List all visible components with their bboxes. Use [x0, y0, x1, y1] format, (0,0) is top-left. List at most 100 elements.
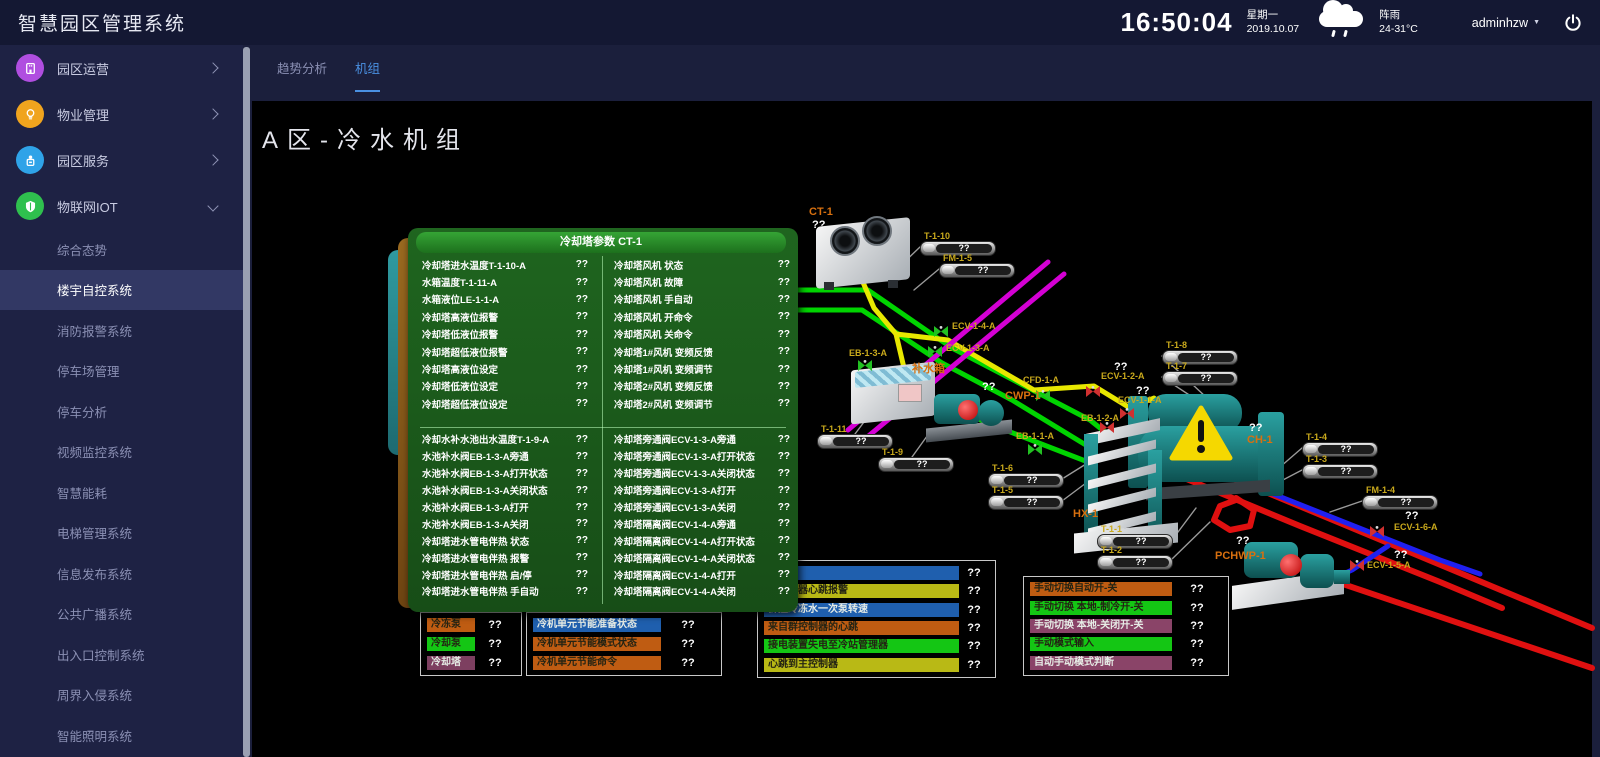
- panel-row: 水箱温度T-1-11-A??: [422, 273, 588, 290]
- power-icon: [1562, 12, 1584, 34]
- panel-row: 冷却塔旁通阀ECV-1-3-A打开??: [614, 482, 790, 499]
- table-row: 自动手动模式判断??: [1030, 654, 1222, 672]
- gauge-cap: [820, 437, 832, 445]
- sidebar-item-label: 智慧能耗: [0, 483, 107, 502]
- panel-row-label: 冷却塔隔离阀ECV-1-4-A关闭: [614, 584, 736, 598]
- panel-row-label: 冷却塔风机 开命令: [614, 310, 693, 324]
- panel-row-label: 水池补水阀EB-1-3-A旁通: [422, 449, 529, 463]
- panel-row-value: ??: [576, 364, 588, 375]
- sidebar-item-楼宇自控系统[interactable]: 楼宇自控系统: [0, 270, 243, 311]
- sidebar-item-周界入侵系统[interactable]: 周界入侵系统: [0, 675, 243, 716]
- chevron-down-icon: [207, 200, 218, 211]
- gauge-value: ??: [1113, 558, 1169, 567]
- gauge-label: T-1-9: [882, 447, 903, 457]
- sidebar-item-出入口控制系统[interactable]: 出入口控制系统: [0, 634, 243, 675]
- sidebar-group-物业管理[interactable]: 物业管理: [0, 91, 243, 137]
- panel-row-value: ??: [576, 329, 588, 340]
- panel-row: 冷却塔低液位报警??: [422, 326, 588, 343]
- device-label-CH-1: CH-1: [1247, 434, 1273, 446]
- status-chip: 冷冻泵: [427, 618, 475, 632]
- tab-趋势分析[interactable]: 趋势分析: [277, 58, 327, 92]
- sidebar-item-label: 视频监控系统: [0, 442, 132, 461]
- status-chip: 手动模式输入: [1030, 637, 1172, 651]
- panel-row-value: ??: [576, 259, 588, 270]
- status-chip: 自动手动模式判断: [1030, 656, 1172, 670]
- panel-row: 水箱液位LE-1-1-A??: [422, 291, 588, 308]
- panel-row: 冷却塔进水管电伴热 状态??: [422, 532, 588, 549]
- sidebar-item-视频监控系统[interactable]: 视频监控系统: [0, 432, 243, 473]
- sidebar-scrollbar[interactable]: [243, 47, 250, 757]
- CT-1-cooling-tower-part: [824, 282, 834, 290]
- panel-row-value: ??: [576, 451, 588, 462]
- tab-机组[interactable]: 机组: [355, 58, 380, 92]
- panel-row-value: ??: [576, 468, 588, 479]
- panel-row-value: ??: [778, 434, 790, 445]
- panel-row: 冷却塔风机 状态??: [614, 256, 790, 273]
- status-chip: 冷却塔: [427, 656, 475, 670]
- status-chip: 冷机单元节能准备状态: [533, 618, 661, 632]
- panel-row-value: ??: [778, 311, 790, 322]
- table-row: 来自群控制器的心跳??: [764, 619, 989, 637]
- sidebar-item-停车场管理[interactable]: 停车场管理: [0, 351, 243, 392]
- gauge-value: ??: [1004, 498, 1060, 507]
- table-row: 手动切换自动开-关??: [1030, 580, 1222, 598]
- floating-value: ??: [1249, 422, 1262, 434]
- gauge-cap: [1100, 558, 1112, 566]
- panel-row: 水池补水阀EB-1-3-A旁通??: [422, 448, 588, 465]
- status-chip: 冷机单元节能命令: [533, 656, 661, 670]
- sidebar-item-停车分析[interactable]: 停车分析: [0, 391, 243, 432]
- sidebar-group-园区运营[interactable]: 园区运营: [0, 45, 243, 91]
- gauge-label: T-1-7: [1166, 361, 1187, 371]
- sidebar-item-智能照明系统[interactable]: 智能照明系统: [0, 715, 243, 756]
- panel-row-value: ??: [576, 381, 588, 392]
- panel-column: 冷却塔进水温度T-1-10-A??水箱温度T-1-11-A??水箱液位LE-1-…: [422, 256, 588, 413]
- floating-value: ??: [1236, 535, 1249, 547]
- panel-row-label: 冷却塔高液位报警: [422, 310, 498, 324]
- sidebar-item-label: 停车场管理: [0, 361, 120, 380]
- device-label-PCHWP-1: PCHWP-1: [1215, 550, 1266, 562]
- status-chip: 来自群控制器的心跳: [764, 621, 959, 635]
- sidebar-item-信息发布系统[interactable]: 信息发布系统: [0, 553, 243, 594]
- table-row-value: ??: [1172, 638, 1222, 650]
- power-button[interactable]: [1562, 12, 1584, 34]
- sidebar-group-物联网IOT[interactable]: 物联网IOT: [0, 183, 243, 229]
- sidebar-item-电梯管理系统[interactable]: 电梯管理系统: [0, 513, 243, 554]
- panel-row-label: 冷却塔隔离阀ECV-1-4-A打开: [614, 568, 736, 582]
- sidebar-item-智慧能耗[interactable]: 智慧能耗: [0, 472, 243, 513]
- panel-row: 冷却塔隔离阀ECV-1-4-A旁通??: [614, 515, 790, 532]
- panel-row-value: ??: [576, 535, 588, 546]
- gauge-label: T-1-10: [924, 231, 950, 241]
- sidebar-item-综合态势[interactable]: 综合态势: [0, 229, 243, 270]
- floating-value: ??: [1394, 549, 1407, 561]
- panel-row-label: 冷却塔进水管电伴热 手自动: [422, 584, 539, 598]
- date-block: 星期一 2019.10.07: [1247, 9, 1300, 36]
- sidebar-item-消防报警系统[interactable]: 消防报警系统: [0, 310, 243, 351]
- panel-column: 冷却塔旁通阀ECV-1-3-A旁通??冷却塔旁通阀ECV-1-3-A打开状态??…: [614, 431, 790, 600]
- panel-row-label: 冷却塔旁通阀ECV-1-3-A关闭状态: [614, 466, 755, 480]
- status-chip: 手动切换 本地-关闭开-关: [1030, 619, 1172, 633]
- gauge-cap: [923, 244, 935, 252]
- panel-row: 冷却塔进水管电伴热 报警??: [422, 549, 588, 566]
- panel-row-value: ??: [778, 451, 790, 462]
- chevron-right-icon: [207, 62, 218, 73]
- panel-row-value: ??: [576, 294, 588, 305]
- panel-row: 冷却塔2#风机 变频调节??: [614, 395, 790, 412]
- panel-row-value: ??: [576, 502, 588, 513]
- panel-row: 冷却塔1#风机 变频调节??: [614, 360, 790, 377]
- panel-row-value: ??: [778, 277, 790, 288]
- panel-row: 冷却塔高液位报警??: [422, 308, 588, 325]
- table-row-value: ??: [661, 619, 715, 631]
- table-row-value: ??: [959, 622, 989, 634]
- gauge-T-1-9: ??: [878, 457, 954, 472]
- bulb-icon: [16, 100, 44, 128]
- table-row-value: ??: [1172, 583, 1222, 595]
- panel-row-label: 冷却塔1#风机 变频反馈: [614, 345, 713, 359]
- panel-row-label: 水池补水阀EB-1-3-A关闭状态: [422, 483, 548, 497]
- gauge-cap: [991, 498, 1003, 506]
- weather-block: 阵雨 24-31°C: [1379, 9, 1418, 36]
- panel-row: 水池补水阀EB-1-3-A关闭状态??: [422, 482, 588, 499]
- user-menu[interactable]: adminhzw ▼: [1472, 16, 1540, 30]
- panel-row-value: ??: [778, 294, 790, 305]
- sidebar-item-公共广播系统[interactable]: 公共广播系统: [0, 594, 243, 635]
- sidebar-group-园区服务[interactable]: 园区服务: [0, 137, 243, 183]
